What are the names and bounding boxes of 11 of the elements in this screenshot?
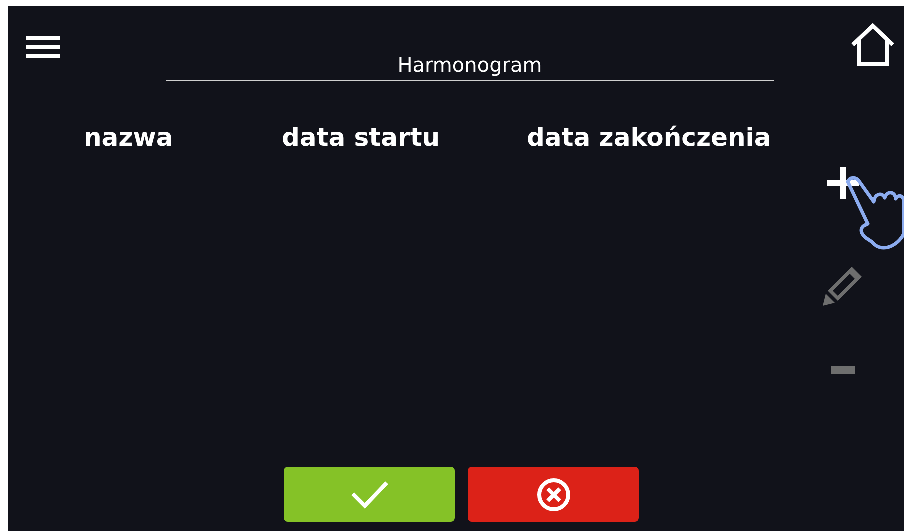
column-header: data zakończenia	[527, 123, 772, 152]
column-header: nazwa	[84, 123, 174, 152]
checkmark-icon	[350, 480, 390, 510]
screen-title: Harmonogram	[166, 53, 774, 81]
home-icon[interactable]	[850, 23, 896, 67]
cancel-button[interactable]	[468, 467, 639, 522]
column-header: data startu	[282, 123, 442, 152]
circled-x-icon	[536, 478, 570, 512]
pointing-hand-icon	[844, 176, 904, 250]
plus-icon[interactable]	[826, 166, 860, 200]
menu-icon[interactable]	[26, 36, 60, 58]
